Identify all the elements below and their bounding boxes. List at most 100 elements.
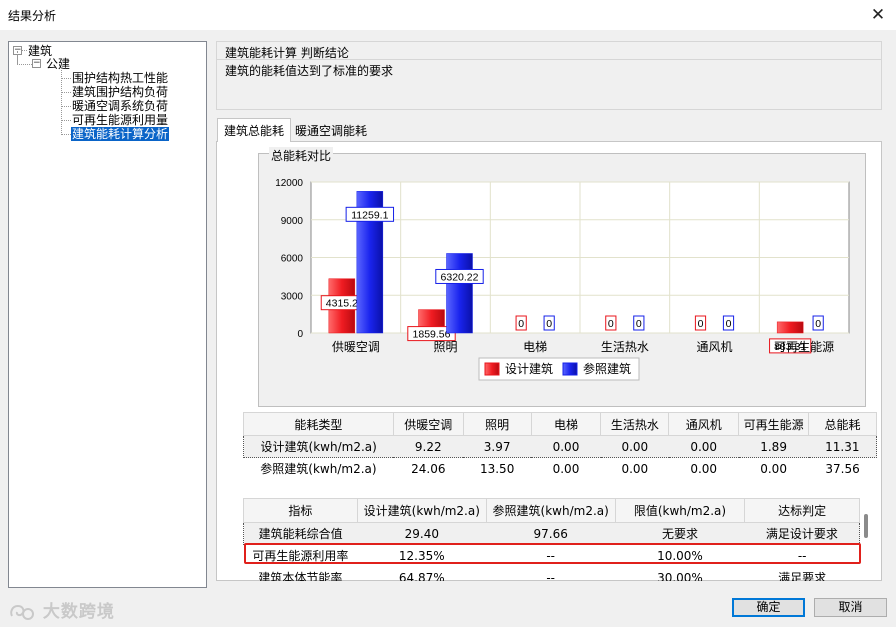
column-header[interactable]: 能耗类型: [243, 412, 394, 436]
table-cell: 13.50: [479, 461, 515, 476]
data-label: 0: [636, 318, 642, 330]
x-tick-label: 电梯: [523, 340, 547, 354]
data-label: 0: [546, 318, 552, 330]
table-cell: 建筑能耗综合值: [243, 522, 358, 545]
table-row[interactable]: 参照建筑(kwh/m2.a) 24.06 13.50 0.00 0.00 0.00 0.00…: [244, 458, 877, 480]
table-cell: 30.00%: [657, 570, 703, 582]
table-cell: 9.22: [393, 435, 464, 458]
table-cell: 0.00: [531, 435, 601, 458]
table-row[interactable]: 可再生能源利用率 12.35% -- 10.00% --: [244, 545, 860, 567]
table-cell: 37.56: [825, 461, 860, 476]
column-header[interactable]: 电梯: [530, 412, 602, 436]
data-label: 0: [726, 318, 732, 330]
table-cell: --: [546, 548, 556, 563]
legend-swatch: [484, 362, 500, 376]
table-cell: 0.00: [552, 461, 580, 476]
conclusion-text: 建筑的能耗值达到了标准的要求: [225, 64, 394, 78]
energy-type-table: 能耗类型 供暖空调 照明 电梯 生活热水 通风机 可再生能源 总能耗 设计建筑(kwh/m2.…: [243, 412, 877, 480]
column-header[interactable]: 供暖空调: [392, 412, 464, 436]
tree-item-hvac-load[interactable]: 暖通空调系统负荷: [72, 99, 168, 113]
table-row[interactable]: 建筑能耗综合值 29.40 97.66 无要求 满足设计要求: [243, 522, 860, 545]
data-label: 4315.2: [326, 298, 358, 310]
bar: [446, 253, 473, 334]
x-tick-label: 可再生能源: [774, 340, 834, 354]
column-header[interactable]: 指标: [243, 498, 358, 523]
column-header[interactable]: 设计建筑(kwh/m2.a): [356, 498, 487, 523]
title-bar: 结果分析 ✕: [0, 0, 896, 30]
table-cell: 3.97: [463, 435, 532, 458]
table-cell: 参照建筑(kwh/m2.a): [260, 462, 377, 477]
ok-button[interactable]: 确定: [732, 598, 805, 617]
table-cell: 设计建筑(kwh/m2.a): [243, 435, 394, 458]
column-header[interactable]: 可再生能源: [738, 412, 810, 436]
table-cell: 64.87%: [398, 570, 445, 582]
data-label: 0: [698, 318, 704, 330]
table-cell: 满足设计要求: [744, 522, 860, 545]
tree-node-public-building[interactable]: 公建: [46, 57, 70, 71]
table-row[interactable]: 设计建筑(kwh/m2.a) 9.22 3.97 0.00 0.00 0.00 1.89 11…: [243, 435, 877, 458]
tree-item-renewable[interactable]: 可再生能源利用量: [72, 113, 168, 127]
indicator-table-scroll[interactable]: 指标 设计建筑(kwh/m2.a) 参照建筑(kwh/m2.a) 限值(kwh/m2.…: [243, 498, 860, 581]
conclusion-panel: 建筑能耗计算 判断结论 建筑的能耗值达到了标准的要求: [216, 41, 882, 110]
collapse-icon[interactable]: −: [32, 59, 41, 68]
y-tick-label: 12000: [275, 178, 303, 189]
column-header[interactable]: 照明: [462, 412, 532, 436]
tree-node-root[interactable]: 建筑: [28, 44, 52, 58]
x-tick-label: 通风机: [696, 340, 732, 354]
x-tick-label: 供暖空调: [332, 340, 380, 354]
chart-group: 总能耗对比 0 3000 6000 9000 12000 4315.2 11259.1 供暖空…: [258, 147, 866, 407]
table-cell: 24.06: [411, 461, 446, 476]
indicator-table: 指标 设计建筑(kwh/m2.a) 参照建筑(kwh/m2.a) 限值(kwh/m2.…: [243, 498, 860, 581]
table-scrollbar[interactable]: [864, 514, 868, 538]
watermark: 大数跨境: [8, 597, 115, 622]
x-tick-label: 照明: [433, 340, 457, 354]
table-row[interactable]: 建筑本体节能率 64.87% -- 30.00% 满足要求: [244, 567, 860, 582]
y-tick-label: 0: [297, 329, 303, 340]
y-tick-label: 6000: [281, 254, 304, 265]
watermark-logo-icon: [10, 604, 34, 620]
column-header[interactable]: 达标判定: [744, 498, 860, 523]
data-label: 0: [815, 318, 821, 330]
cancel-button[interactable]: 取消: [814, 598, 887, 617]
table-cell: 97.66: [486, 522, 616, 545]
y-tick-label: 9000: [281, 216, 304, 227]
bar: [776, 321, 804, 334]
data-label: 1859.56: [413, 329, 451, 341]
data-label: 11259.1: [351, 209, 388, 221]
table-cell: 0.00: [760, 461, 787, 476]
tree-view[interactable]: − 建筑 − 公建 围护结构热工性能 建筑围护结构负荷 暖通空调系统负荷 可再生…: [8, 41, 207, 588]
energy-bar-chart: 0 3000 6000 9000 12000 4315.2 11259.1 供暖空调 1859.…: [275, 178, 850, 381]
table-cell: 10.00%: [657, 548, 703, 563]
tab-hvac-energy[interactable]: 暖通空调能耗: [289, 119, 373, 141]
table-cell: 建筑本体节能率: [258, 571, 343, 581]
tree-item-envelope-thermal[interactable]: 围护结构热工性能: [72, 71, 168, 85]
column-header[interactable]: 限值(kwh/m2.a): [614, 498, 746, 523]
table-cell: 12.35%: [398, 548, 445, 563]
table-cell: 满足要求: [778, 571, 827, 581]
close-icon[interactable]: ✕: [866, 3, 890, 27]
column-header[interactable]: 参照建筑(kwh/m2.a): [485, 498, 616, 523]
table-cell: 0.00: [600, 435, 669, 458]
tab-total-energy[interactable]: 建筑总能耗: [217, 118, 292, 142]
legend-label: 设计建筑: [505, 361, 553, 376]
table-cell: 11.31: [808, 435, 877, 458]
tree-item-envelope-load[interactable]: 建筑围护结构负荷: [72, 85, 168, 99]
table-cell: 0.00: [668, 435, 739, 458]
window-title: 结果分析: [8, 9, 57, 23]
data-label: 6320.22: [441, 271, 479, 283]
table-cell: 无要求: [615, 522, 745, 545]
column-header[interactable]: 通风机: [668, 412, 740, 436]
table-cell: --: [797, 548, 807, 563]
tree-item-energy-analysis[interactable]: 建筑能耗计算分析: [71, 127, 170, 141]
legend-swatch: [562, 362, 578, 376]
table-cell: 29.40: [357, 522, 487, 545]
table-cell: 0.00: [690, 461, 718, 476]
data-label: 0: [518, 318, 524, 330]
column-header[interactable]: 生活热水: [600, 412, 670, 436]
tab-pane: 总能耗对比 0 3000 6000 9000 12000 4315.2 11259.1 供暖空…: [216, 141, 882, 581]
column-header[interactable]: 总能耗: [808, 412, 877, 436]
table-cell: --: [546, 570, 556, 582]
data-label: 0: [608, 318, 614, 330]
table-cell: 0.00: [621, 461, 649, 476]
table-cell: 1.89: [738, 435, 809, 458]
